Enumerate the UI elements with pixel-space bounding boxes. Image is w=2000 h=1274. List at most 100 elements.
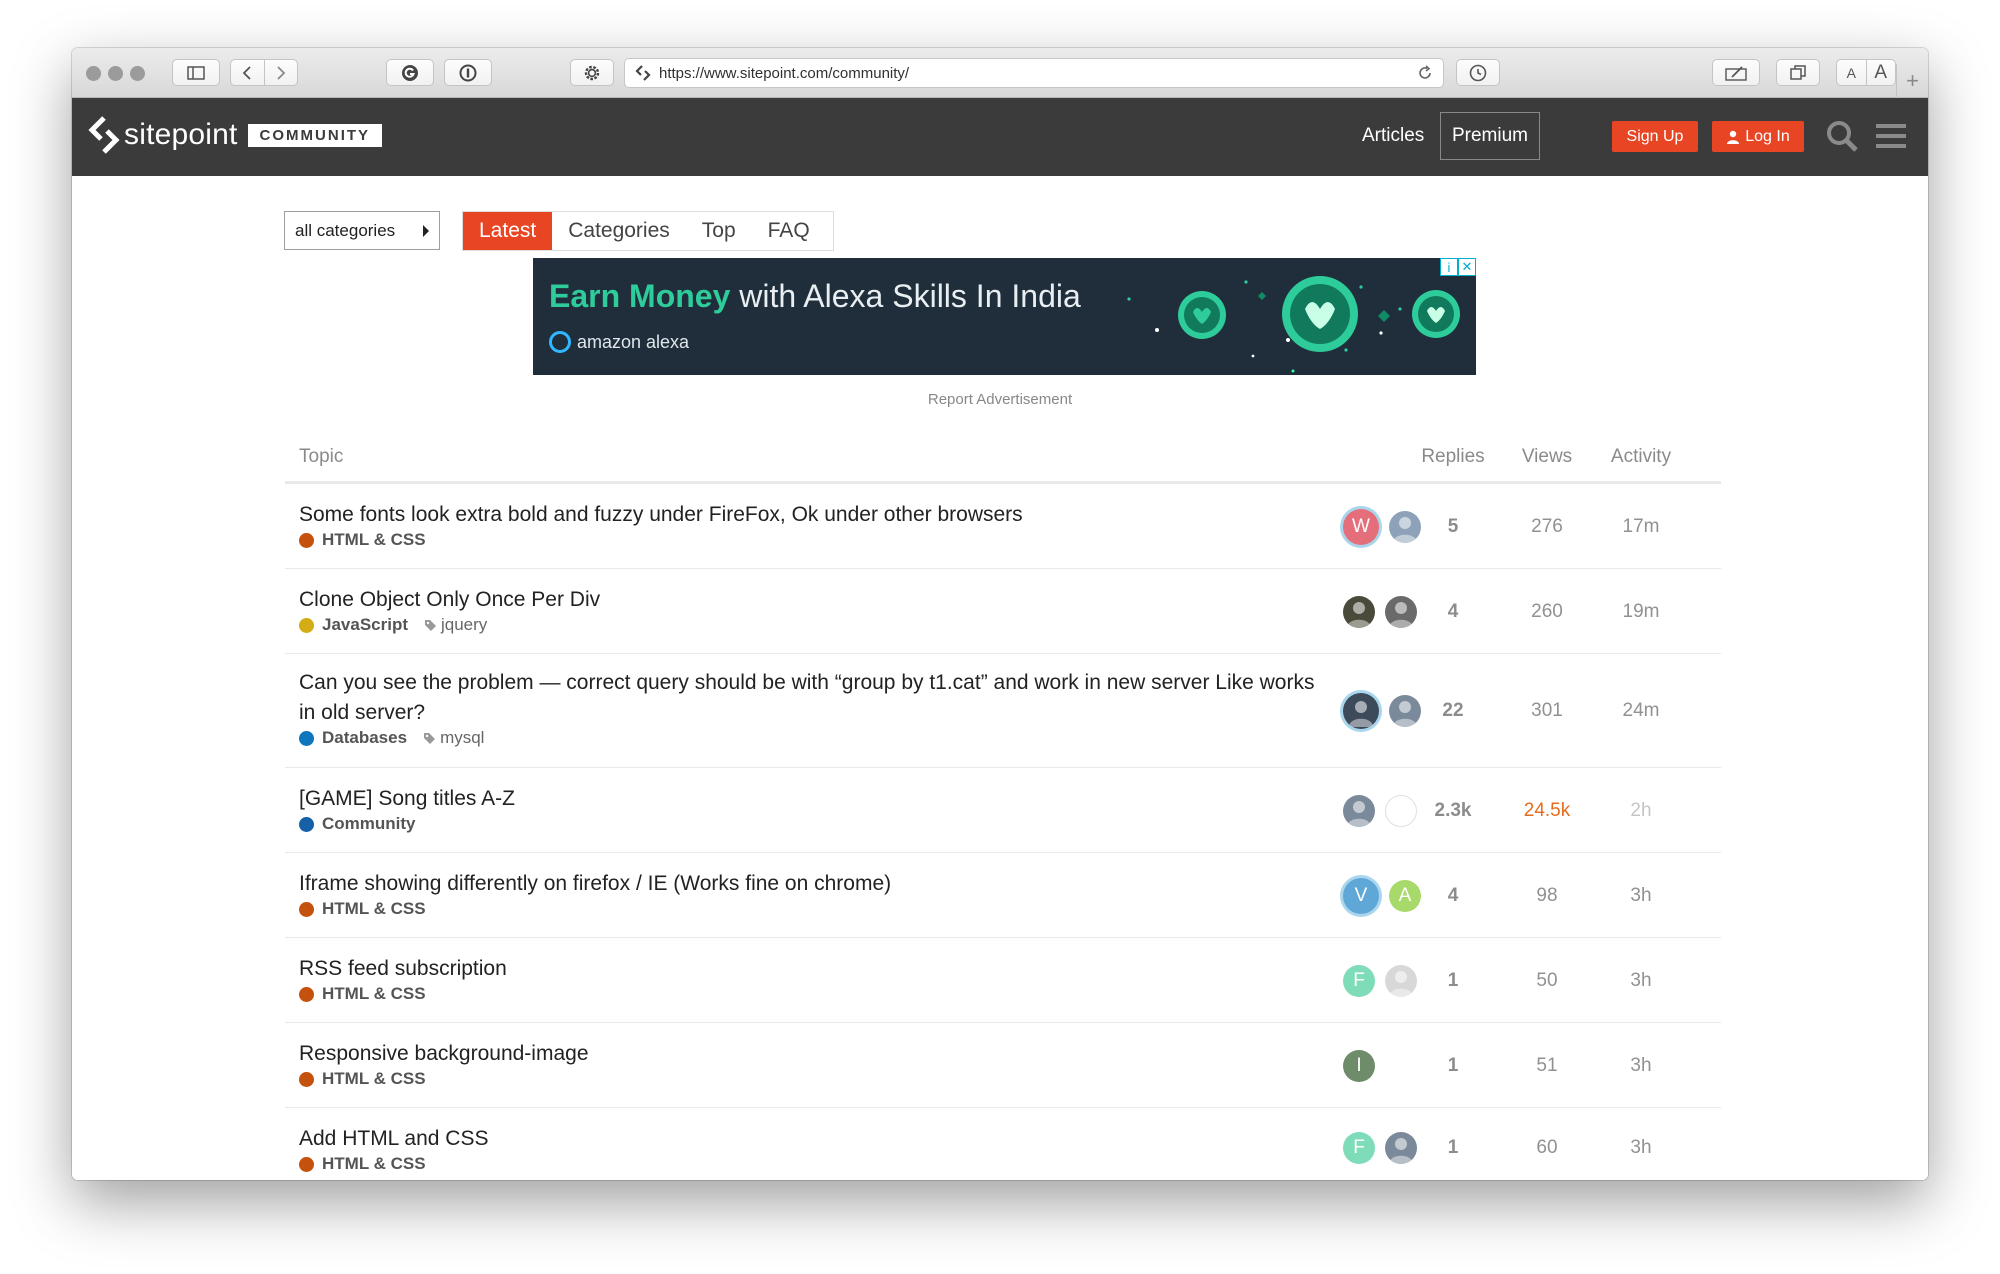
category-dropdown[interactable]: all categories [284, 211, 440, 250]
replies-count[interactable]: 1 [1413, 1137, 1493, 1159]
replies-count[interactable]: 4 [1413, 885, 1493, 907]
topic-title-link[interactable]: Clone Object Only Once Per Div [299, 585, 1319, 615]
avatar[interactable] [1343, 693, 1379, 729]
topic-title-link[interactable]: Can you see the problem — correct query … [299, 668, 1319, 728]
activity-time[interactable]: 17m [1601, 516, 1681, 538]
activity-time[interactable]: 24m [1601, 700, 1681, 722]
topic-meta: JavaScript jquery [299, 615, 487, 635]
category-link[interactable]: HTML & CSS [322, 984, 426, 1004]
activity-time[interactable]: 3h [1601, 970, 1681, 992]
zoom-window-button[interactable] [130, 66, 145, 81]
topic-meta: Community [299, 814, 416, 834]
text-smaller-button[interactable]: A [1837, 60, 1866, 85]
avatar-letter: A [1398, 885, 1412, 906]
tab-overview-button[interactable] [1776, 59, 1820, 86]
table-row[interactable]: Some fonts look extra bold and fuzzy und… [285, 484, 1721, 569]
replies-count[interactable]: 1 [1413, 1055, 1493, 1077]
category-link[interactable]: Databases [322, 728, 407, 748]
address-bar[interactable]: https://www.sitepoint.com/community/ [624, 58, 1444, 88]
reload-icon[interactable] [1417, 65, 1433, 81]
forward-button[interactable] [263, 60, 298, 85]
tab-categories[interactable]: Categories [552, 212, 686, 250]
category-link[interactable]: JavaScript [322, 615, 408, 635]
topic-meta: HTML & CSS [299, 899, 426, 919]
log-in-button[interactable]: Log In [1712, 121, 1804, 152]
sign-up-button[interactable]: Sign Up [1612, 121, 1698, 152]
column-header-activity[interactable]: Activity [1601, 446, 1681, 468]
table-header: Topic Replies Views Activity [285, 424, 1721, 484]
table-row[interactable]: Can you see the problem — correct query … [285, 654, 1721, 768]
sidebar-toggle-button[interactable] [172, 59, 220, 86]
site-favicon-icon [635, 65, 651, 81]
topic-title-link[interactable]: RSS feed subscription [299, 954, 1319, 984]
column-header-replies[interactable]: Replies [1413, 446, 1493, 468]
tab-top[interactable]: Top [686, 212, 752, 250]
report-advertisement-link[interactable]: Report Advertisement [72, 391, 1928, 408]
activity-time[interactable]: 3h [1601, 1137, 1681, 1159]
column-header-views[interactable]: Views [1507, 446, 1587, 468]
avatar[interactable] [1343, 596, 1375, 628]
table-row[interactable]: Add HTML and CSS HTML & CSS F 1 60 3h [285, 1108, 1721, 1180]
log-in-label: Log In [1745, 127, 1790, 145]
tab-faq[interactable]: FAQ [752, 212, 826, 250]
topic-title-link[interactable]: Add HTML and CSS [299, 1124, 1319, 1154]
category-link[interactable]: Community [322, 814, 416, 834]
table-row[interactable]: Clone Object Only Once Per Div JavaScript… [285, 569, 1721, 654]
advertisement-banner[interactable]: Earn Money with Alexa Skills In India am… [533, 258, 1476, 375]
avatar[interactable] [1343, 795, 1375, 827]
ad-info-icon[interactable]: i [1440, 258, 1458, 276]
avatar[interactable]: W [1343, 509, 1379, 545]
topic-title-link[interactable]: Some fonts look extra bold and fuzzy und… [299, 500, 1319, 530]
search-icon[interactable] [1824, 118, 1860, 154]
ad-chat-hearts-graphic [1127, 276, 1460, 373]
avatar[interactable]: I [1343, 1050, 1375, 1082]
topic-title-link[interactable]: [GAME] Song titles A-Z [299, 784, 1319, 814]
back-button[interactable] [231, 60, 264, 85]
activity-time[interactable]: 3h [1601, 885, 1681, 907]
minimize-window-button[interactable] [108, 66, 123, 81]
ad-close-icon[interactable]: ✕ [1458, 258, 1476, 276]
category-link[interactable]: HTML & CSS [322, 530, 426, 550]
table-row[interactable]: Responsive background-image HTML & CSS I 1 5… [285, 1023, 1721, 1108]
replies-count[interactable]: 1 [1413, 970, 1493, 992]
topic-tag[interactable]: jquery [424, 615, 487, 635]
ad-headline-rest: with Alexa Skills In India [730, 278, 1081, 314]
close-window-button[interactable] [86, 66, 101, 81]
avatar[interactable]: F [1343, 965, 1375, 997]
history-nav [230, 59, 298, 86]
replies-count[interactable]: 22 [1413, 700, 1493, 722]
reader-history-button[interactable] [1456, 59, 1500, 86]
premium-button[interactable]: Premium [1440, 112, 1540, 160]
table-row[interactable]: [GAME] Song titles A-Z Community 2.3k 24.5k… [285, 768, 1721, 853]
activity-time[interactable]: 3h [1601, 1055, 1681, 1077]
column-header-topic[interactable]: Topic [299, 446, 343, 468]
password-extension-button[interactable] [444, 59, 492, 86]
table-row[interactable]: Iframe showing differently on firefox / … [285, 853, 1721, 938]
new-tab-button[interactable]: + [1896, 64, 1928, 98]
topic-meta: HTML & CSS [299, 1154, 426, 1174]
avatar[interactable]: V [1343, 878, 1379, 914]
topic-list-table: Topic Replies Views Activity Some fonts … [285, 424, 1721, 1180]
category-link[interactable]: HTML & CSS [322, 1069, 426, 1089]
category-link[interactable]: HTML & CSS [322, 1154, 426, 1174]
settings-extension-button[interactable] [570, 59, 614, 86]
topic-meta: Databases mysql [299, 728, 484, 748]
avatar[interactable]: F [1343, 1132, 1375, 1164]
topic-tag[interactable]: mysql [423, 728, 484, 748]
text-larger-button[interactable]: A [1865, 60, 1896, 85]
topic-title-link[interactable]: Iframe showing differently on firefox / … [299, 869, 1319, 899]
hamburger-menu-icon[interactable] [1874, 118, 1908, 154]
sitepoint-logo[interactable]: sitepoint COMMUNITY [88, 116, 383, 154]
table-row[interactable]: RSS feed subscription HTML & CSS F 1 50 3h [285, 938, 1721, 1023]
topic-title-link[interactable]: Responsive background-image [299, 1039, 1319, 1069]
activity-time[interactable]: 2h [1601, 800, 1681, 822]
tab-latest[interactable]: Latest [463, 212, 553, 250]
articles-link[interactable]: Articles [1362, 125, 1424, 147]
activity-time[interactable]: 19m [1601, 601, 1681, 623]
grammarly-extension-button[interactable] [386, 59, 434, 86]
replies-count[interactable]: 5 [1413, 516, 1493, 538]
category-link[interactable]: HTML & CSS [322, 899, 426, 919]
replies-count[interactable]: 4 [1413, 601, 1493, 623]
replies-count[interactable]: 2.3k [1413, 800, 1493, 822]
annotate-button[interactable] [1712, 59, 1760, 86]
